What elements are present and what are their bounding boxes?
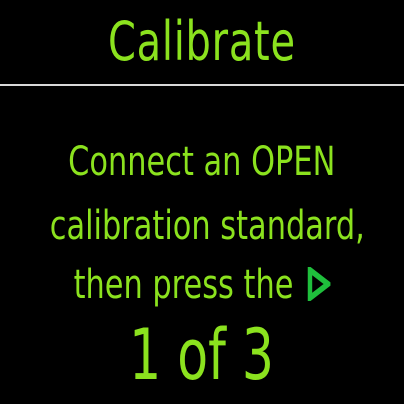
play-icon <box>307 267 331 301</box>
step-counter-text: 1 of 3 <box>129 314 275 396</box>
instruction-line-3: then press the <box>0 265 404 305</box>
instruction-line-1-text: Connect an OPEN <box>68 139 336 185</box>
calibration-screen: Calibrate Connect an OPEN calibration st… <box>0 0 404 404</box>
instruction-line-3-wrap: then press the <box>74 265 331 305</box>
instruction-line-1: Connect an OPEN <box>0 142 404 182</box>
header-divider <box>0 84 404 86</box>
step-counter: 1 of 3 <box>0 320 404 390</box>
instruction-line-2-text: calibration standard, <box>49 203 365 249</box>
instruction-line-2: calibration standard, <box>0 206 404 246</box>
header: Calibrate <box>0 0 404 84</box>
instruction-line-3-text: then press the <box>73 262 294 308</box>
page-title: Calibrate <box>108 10 296 73</box>
